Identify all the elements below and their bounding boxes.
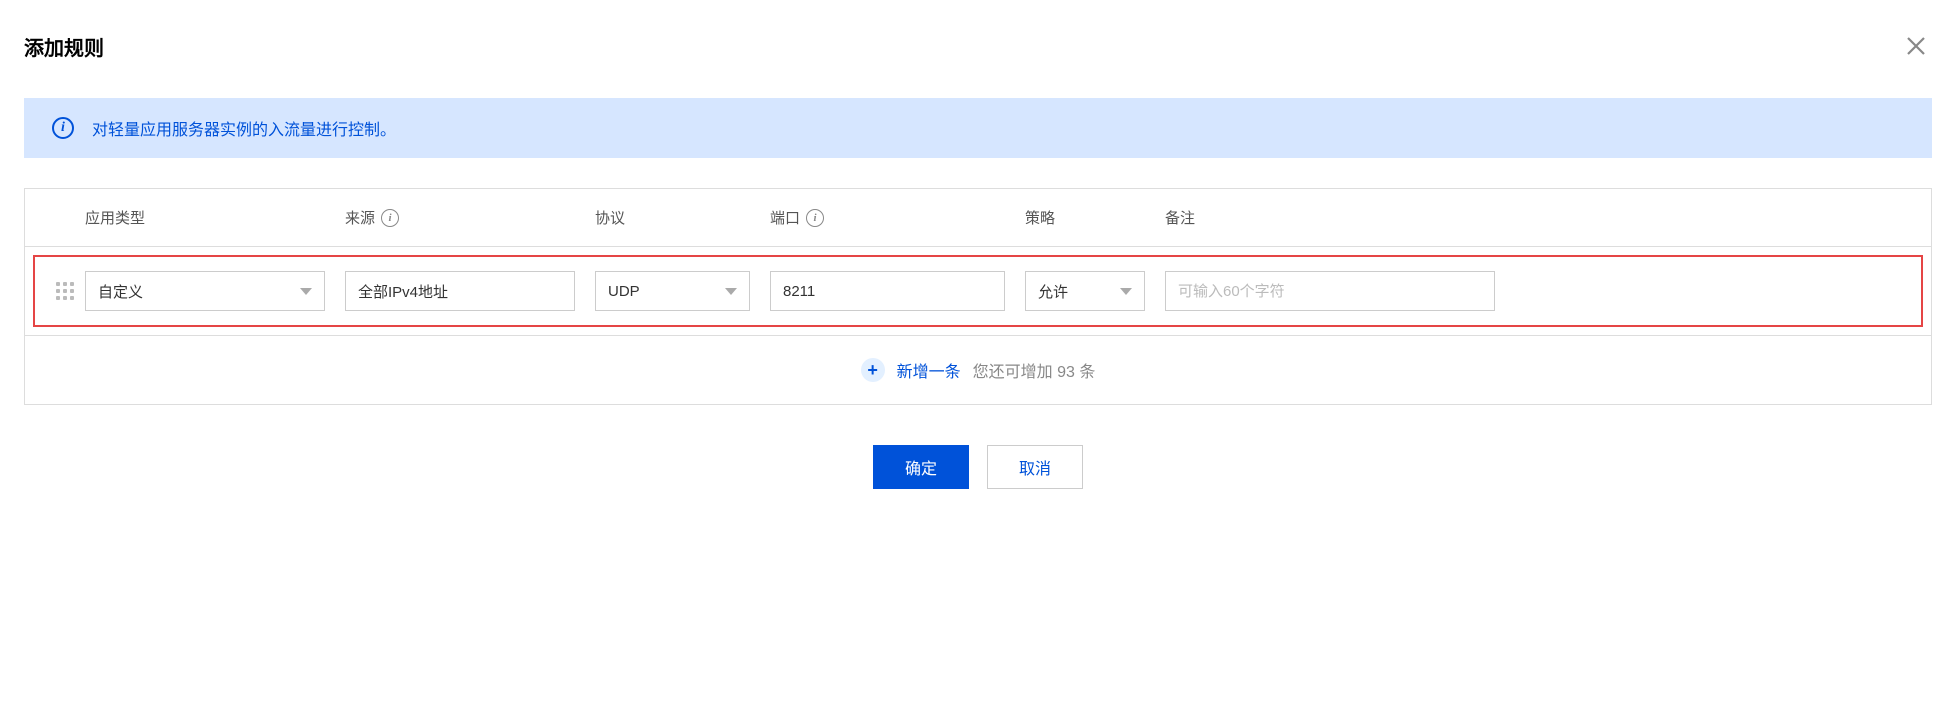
drag-handle[interactable] (45, 282, 85, 300)
info-icon[interactable]: i (381, 209, 399, 227)
info-icon: i (52, 117, 74, 139)
add-row-button[interactable]: 新增一条 (897, 358, 961, 382)
remark-input-wrap[interactable] (1165, 271, 1495, 311)
source-input-wrap[interactable] (345, 271, 575, 311)
add-row-hint: 您还可增加 93 条 (973, 358, 1096, 382)
port-input[interactable] (783, 283, 992, 300)
app-type-value: 自定义 (98, 281, 143, 302)
protocol-select[interactable]: UDP (595, 271, 750, 311)
column-header-port: 端口 i (770, 207, 1025, 228)
chevron-down-icon (300, 288, 312, 295)
port-input-wrap[interactable] (770, 271, 1005, 311)
dialog-footer: 确定 取消 (24, 445, 1932, 489)
info-icon[interactable]: i (806, 209, 824, 227)
table-row: 自定义 UDP (33, 255, 1923, 327)
policy-value: 允许 (1038, 281, 1068, 302)
info-banner-text: 对轻量应用服务器实例的入流量进行控制。 (92, 116, 396, 140)
column-header-port-label: 端口 (770, 207, 800, 228)
app-type-select[interactable]: 自定义 (85, 271, 325, 311)
table-header-row: 应用类型 来源 i 协议 端口 i 策略 备注 (25, 189, 1931, 247)
chevron-down-icon (725, 288, 737, 295)
column-header-policy: 策略 (1025, 207, 1165, 228)
plus-icon[interactable]: + (861, 358, 885, 382)
drag-icon (56, 282, 74, 300)
close-button[interactable] (1900, 30, 1932, 62)
source-input[interactable] (358, 283, 562, 300)
dialog-title: 添加规则 (24, 32, 104, 61)
column-header-remark: 备注 (1165, 207, 1515, 228)
remark-input[interactable] (1178, 283, 1482, 300)
close-icon (1906, 36, 1926, 56)
rules-table: 应用类型 来源 i 协议 端口 i 策略 备注 自定义 (24, 188, 1932, 405)
chevron-down-icon (1120, 288, 1132, 295)
protocol-value: UDP (608, 283, 640, 300)
policy-select[interactable]: 允许 (1025, 271, 1145, 311)
info-banner: i 对轻量应用服务器实例的入流量进行控制。 (24, 98, 1932, 158)
confirm-button[interactable]: 确定 (873, 445, 969, 489)
column-header-protocol: 协议 (595, 207, 770, 228)
column-header-app-type: 应用类型 (85, 207, 345, 228)
add-row-section: + 新增一条 您还可增加 93 条 (25, 335, 1931, 404)
column-header-source-label: 来源 (345, 207, 375, 228)
add-rule-dialog: 添加规则 i 对轻量应用服务器实例的入流量进行控制。 应用类型 来源 i 协议 … (0, 0, 1956, 519)
column-header-source: 来源 i (345, 207, 595, 228)
cancel-button[interactable]: 取消 (987, 445, 1083, 489)
dialog-header: 添加规则 (24, 30, 1932, 62)
